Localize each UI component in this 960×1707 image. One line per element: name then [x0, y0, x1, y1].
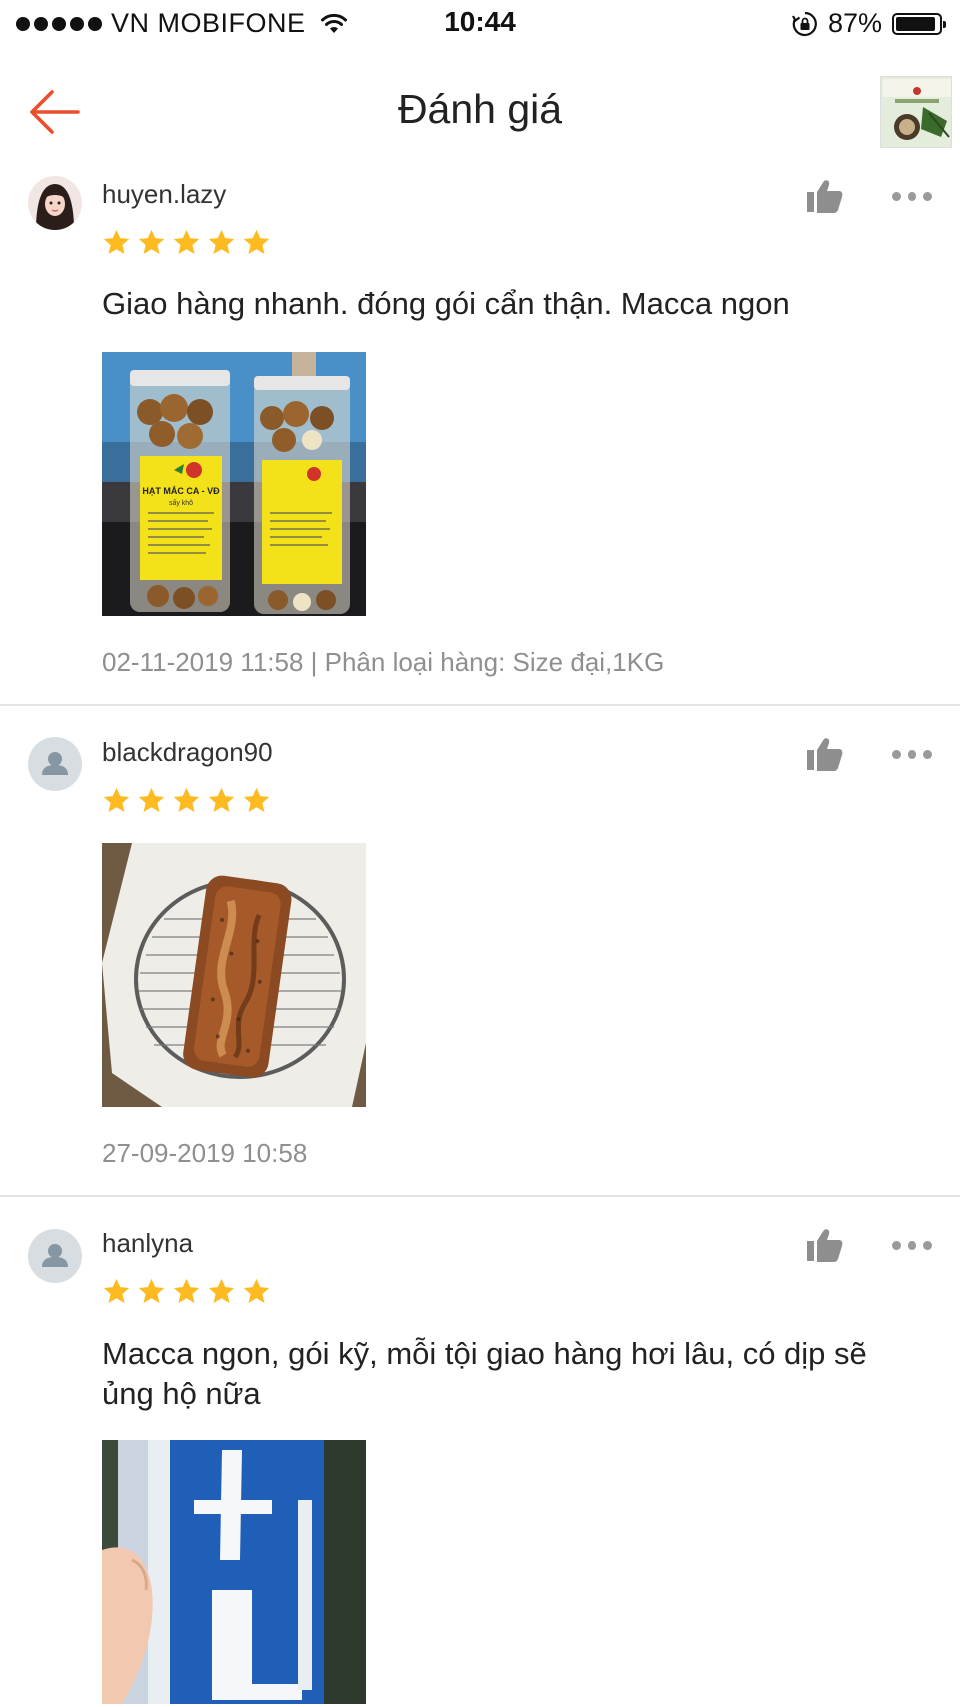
- thumbs-up-icon: [807, 1229, 843, 1262]
- package-box-photo: [102, 1440, 366, 1704]
- more-options-button[interactable]: [892, 1238, 933, 1252]
- rating-stars: [102, 1277, 271, 1306]
- review-photo[interactable]: [102, 1440, 366, 1704]
- star-icon: [103, 1278, 130, 1303]
- star-icon: [243, 1278, 270, 1303]
- review-text: Macca ngon, gói kỹ, mỗi tội giao hàng hơ…: [102, 1336, 867, 1411]
- review-item: hanlyna Macca ngon, gói kỹ, mỗi tội giao…: [0, 0, 960, 1707]
- like-button[interactable]: [806, 1227, 844, 1263]
- star-icon: [138, 1278, 165, 1303]
- star-icon: [173, 1278, 200, 1303]
- review-username: hanlyna: [102, 1228, 194, 1258]
- avatar[interactable]: [28, 1229, 82, 1283]
- default-avatar-icon: [42, 1244, 68, 1267]
- star-icon: [208, 1278, 235, 1303]
